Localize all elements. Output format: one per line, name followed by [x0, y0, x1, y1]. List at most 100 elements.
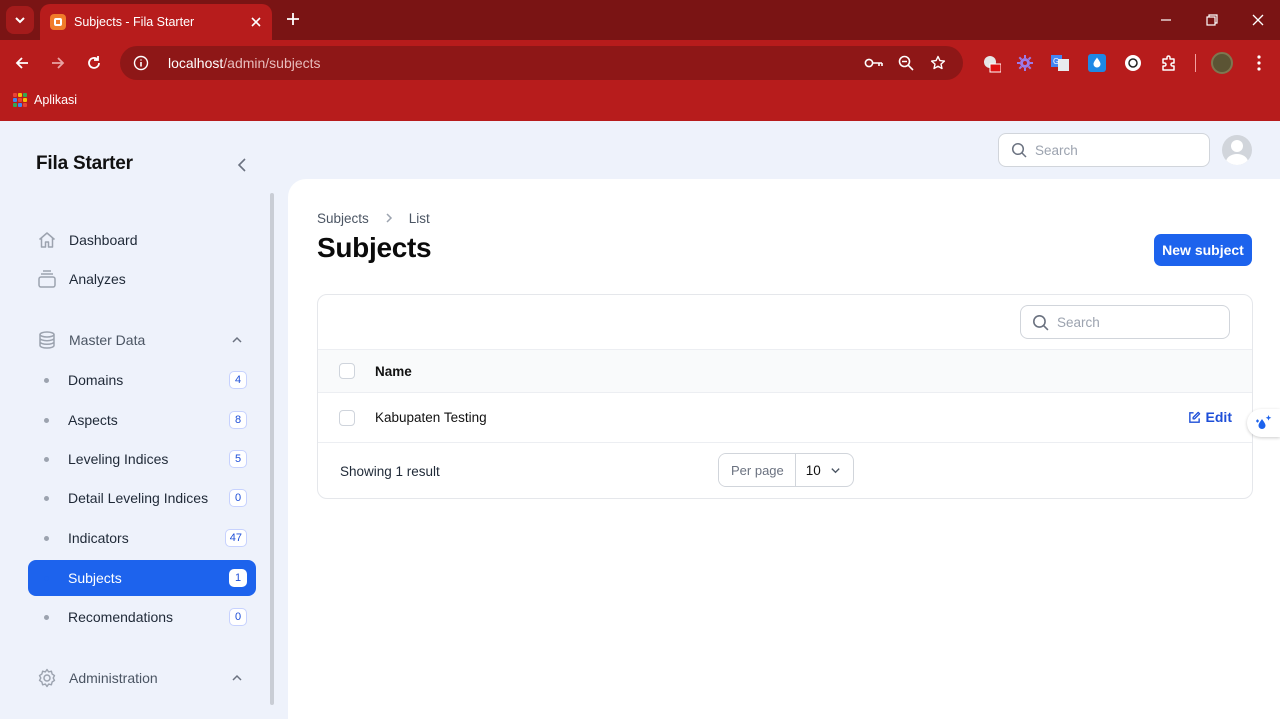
breadcrumb-subjects[interactable]: Subjects: [317, 211, 369, 226]
column-header-name[interactable]: Name: [375, 364, 412, 379]
home-icon: [36, 229, 58, 251]
profile-avatar[interactable]: [1211, 52, 1233, 74]
sidebar-item-subjects[interactable]: Subjects 1: [28, 560, 256, 596]
sidebar-item-label: Leveling Indices: [68, 451, 169, 467]
floating-assistant-button[interactable]: [1247, 409, 1280, 437]
forward-button[interactable]: [44, 49, 72, 77]
stack-icon: [36, 268, 58, 290]
table-row[interactable]: Kabupaten Testing Edit: [318, 393, 1252, 443]
sidebar-group-label: Master Data: [69, 332, 146, 348]
browser-tab[interactable]: Subjects - Fila Starter: [40, 4, 272, 40]
count-badge: 0: [229, 608, 247, 626]
user-avatar[interactable]: [1222, 135, 1252, 165]
new-subject-button[interactable]: New subject: [1154, 234, 1252, 266]
close-icon: [251, 17, 261, 27]
extension-red-icon[interactable]: [981, 53, 1001, 73]
chevron-right-icon: [381, 210, 397, 226]
subjects-table: Name Kabupaten Testing Edit Showing 1 re…: [317, 294, 1253, 499]
row-checkbox[interactable]: [339, 409, 355, 426]
sidebar-item-recomendations[interactable]: Recomendations 0: [28, 599, 256, 635]
chevron-down-icon: [829, 463, 843, 477]
global-search-input[interactable]: [1035, 142, 1185, 158]
translate-extension-icon[interactable]: G: [1050, 53, 1070, 73]
sidebar-item-aspects[interactable]: Aspects 8: [28, 402, 256, 438]
sidebar-item-label: Dashboard: [69, 232, 138, 248]
reload-button[interactable]: [80, 49, 108, 77]
zoom-out-icon[interactable]: [896, 53, 916, 73]
minimize-icon: [1161, 19, 1171, 21]
close-window-button[interactable]: [1243, 6, 1273, 34]
sidebar-group-master-data[interactable]: Master Data: [28, 322, 256, 358]
address-bar[interactable]: localhost/admin/subjects: [120, 46, 963, 80]
select-all-checkbox[interactable]: [339, 363, 355, 379]
url-text: localhost/admin/subjects: [168, 55, 321, 71]
sidebar-scrollbar[interactable]: [270, 193, 274, 705]
restore-button[interactable]: [1197, 6, 1227, 34]
extension-gear-icon[interactable]: [1015, 53, 1035, 73]
per-page-value[interactable]: 10: [796, 463, 853, 478]
bullet-dot: [44, 575, 49, 581]
bullet-dot: [44, 377, 49, 383]
per-page-current: 10: [805, 462, 821, 478]
bullet-dot: [44, 456, 49, 462]
new-tab-button[interactable]: [282, 8, 304, 30]
bookmark-apps[interactable]: Aplikasi: [34, 93, 77, 107]
table-search-input[interactable]: [1057, 314, 1207, 330]
restore-icon: [1206, 14, 1218, 26]
close-icon: [1252, 14, 1264, 26]
count-badge: 0: [229, 489, 247, 507]
bullet-dot: [44, 614, 49, 620]
sidebar-item-leveling-indices[interactable]: Leveling Indices 5: [28, 441, 256, 477]
table-header: Name: [318, 349, 1252, 393]
sparkle-drop-icon: [1255, 415, 1271, 429]
url-path: /admin/subjects: [223, 55, 321, 71]
chevron-up-icon: [228, 331, 246, 349]
chevron-left-icon: [237, 158, 246, 172]
bookmark-star-icon[interactable]: [928, 53, 948, 73]
sidebar-group-administration[interactable]: Administration: [28, 660, 256, 696]
page-title: Subjects: [317, 232, 432, 263]
tab-close-button[interactable]: [246, 12, 266, 32]
count-badge: 5: [229, 450, 247, 468]
sidebar-item-domains[interactable]: Domains 4: [28, 362, 256, 398]
table-footer: Showing 1 result Per page 10: [318, 443, 1252, 498]
sidebar-item-indicators[interactable]: Indicators 47: [28, 520, 256, 556]
sidebar-item-label: Domains: [68, 372, 124, 388]
browser-chrome: Subjects - Fila Starter localhost/admin/…: [0, 0, 1280, 121]
reload-icon: [88, 56, 100, 69]
bullet-dot: [44, 417, 49, 423]
table-search[interactable]: [1020, 305, 1230, 339]
global-search[interactable]: [998, 133, 1210, 167]
tab-search-button[interactable]: [6, 6, 34, 34]
per-page-select[interactable]: Per page 10: [718, 453, 854, 487]
collapse-sidebar-button[interactable]: [232, 155, 252, 175]
brand-title[interactable]: Fila Starter: [36, 153, 133, 175]
app-shell: Fila Starter Dashboard Analyzes Master D…: [0, 121, 1280, 719]
per-page-label: Per page: [719, 454, 796, 486]
sidebar-item-analyzes[interactable]: Analyzes: [28, 261, 256, 297]
sidebar-item-label: Indicators: [68, 530, 129, 546]
xampp-favicon-icon: [50, 14, 66, 30]
url-host: localhost: [168, 55, 224, 71]
extension-circle-icon[interactable]: [1123, 53, 1143, 73]
sidebar-item-label: Detail Leveling Indices: [68, 490, 209, 506]
password-key-icon[interactable]: [864, 53, 884, 73]
back-button[interactable]: [8, 49, 36, 77]
bullet-dot: [44, 495, 49, 501]
drop-extension-icon[interactable]: [1087, 53, 1107, 73]
kebab-menu-icon: [1257, 55, 1261, 71]
breadcrumb-list: List: [408, 210, 430, 226]
sidebar-item-dashboard[interactable]: Dashboard: [28, 222, 256, 258]
extensions-puzzle-icon[interactable]: [1159, 53, 1179, 73]
chevron-up-icon: [228, 669, 246, 687]
minimize-button[interactable]: [1151, 6, 1181, 34]
browser-menu-button[interactable]: [1249, 52, 1269, 74]
count-badge: 8: [229, 411, 247, 429]
site-info-icon[interactable]: [132, 54, 150, 72]
sidebar-item-label: Analyzes: [69, 271, 126, 287]
edit-label: Edit: [1205, 409, 1232, 425]
sidebar-item-label: Subjects: [68, 570, 122, 586]
sidebar-item-detail-leveling-indices[interactable]: Detail Leveling Indices 0: [28, 480, 256, 516]
sidebar-item-label: Aspects: [68, 412, 118, 428]
edit-button[interactable]: Edit: [1188, 409, 1232, 425]
